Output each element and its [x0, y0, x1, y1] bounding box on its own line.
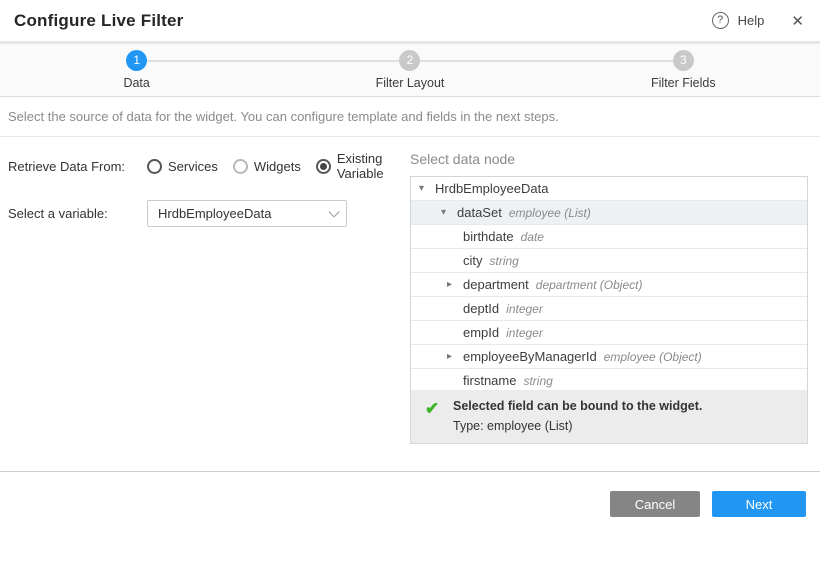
- source-radio-group: Services Widgets Existing Variable: [147, 151, 410, 181]
- data-node-title: Select data node: [410, 151, 808, 167]
- variable-row: Select a variable: HrdbEmployeeData: [8, 200, 410, 227]
- tree-node-type: integer: [506, 302, 543, 316]
- step-label: Data: [123, 76, 149, 90]
- expand-arrow-icon[interactable]: ▸: [447, 279, 463, 290]
- tree-node-type: integer: [506, 326, 543, 340]
- cancel-button[interactable]: Cancel: [610, 491, 700, 517]
- tree-node-deptId[interactable]: deptId integer: [411, 297, 807, 321]
- retrieve-data-row: Retrieve Data From: Services Widgets Exist…: [8, 151, 410, 181]
- variable-label: Select a variable:: [8, 206, 147, 221]
- collapse-arrow-icon[interactable]: ▾: [441, 207, 457, 218]
- step-label: Filter Fields: [651, 76, 716, 90]
- help-icon[interactable]: ?: [712, 12, 729, 29]
- radio-button-icon: [147, 159, 162, 174]
- tree-node-type: employee (List): [509, 206, 591, 220]
- tree-node-employeeByManagerId[interactable]: ▸employeeByManagerId employee (Object): [411, 345, 807, 369]
- tree-node-dataSet[interactable]: ▾dataSet employee (List): [411, 201, 807, 225]
- tree-node-HrdbEmployeeData[interactable]: ▾HrdbEmployeeData: [411, 177, 807, 201]
- radio-option-services[interactable]: Services: [147, 159, 218, 174]
- stepper-step-filter-fields[interactable]: 3 Filter Fields: [547, 50, 820, 96]
- stepper-steps: 1 Data 2 Filter Layout 3 Filter Fields: [0, 50, 820, 96]
- tree-node-type: department (Object): [536, 278, 643, 292]
- radio-option-label: Services: [168, 159, 218, 174]
- retrieve-data-label: Retrieve Data From:: [8, 159, 147, 174]
- binding-status-text: Selected field can be bound to the widge…: [453, 399, 702, 433]
- variable-select-value: HrdbEmployeeData: [158, 206, 328, 221]
- binding-status-box: ✔ Selected field can be bound to the wid…: [411, 390, 807, 443]
- collapse-arrow-icon[interactable]: ▾: [419, 183, 435, 194]
- wizard-stepper: 1 Data 2 Filter Layout 3 Filter Fields: [0, 44, 820, 97]
- close-icon[interactable]: ✕: [791, 12, 804, 30]
- step-number-badge: 1: [126, 50, 147, 71]
- step-description: Select the source of data for the widget…: [0, 97, 820, 137]
- tree-node-department[interactable]: ▸department department (Object): [411, 273, 807, 297]
- tree-node-name: employeeByManagerId: [463, 349, 597, 364]
- header-actions: ? Help ✕: [712, 12, 804, 30]
- configure-live-filter-dialog: Configure Live Filter ? Help ✕ 1 Data 2 Fil…: [0, 0, 820, 572]
- radio-option-label: Existing Variable: [337, 151, 410, 181]
- step-number-badge: 3: [673, 50, 694, 71]
- data-node-panel: Select data node ▾HrdbEmployeeData▾dataS…: [410, 151, 808, 459]
- main-content: Retrieve Data From: Services Widgets Exist…: [0, 137, 820, 459]
- step-number-badge: 2: [399, 50, 420, 71]
- radio-button-icon: [233, 159, 248, 174]
- tree-node-name: HrdbEmployeeData: [435, 181, 548, 196]
- tree-node-type: string: [490, 254, 519, 268]
- help-link[interactable]: Help: [738, 13, 765, 28]
- tree-node-name: city: [463, 253, 483, 268]
- step-label: Filter Layout: [376, 76, 445, 90]
- tree-node-name: deptId: [463, 301, 499, 316]
- radio-button-icon: [316, 159, 331, 174]
- tree-node-firstname[interactable]: firstname string: [411, 369, 807, 390]
- tree-node-name: empId: [463, 325, 499, 340]
- tree-node-type: string: [523, 374, 552, 388]
- footer-actions: Cancel Next: [0, 472, 820, 517]
- next-button[interactable]: Next: [712, 491, 806, 517]
- data-node-tree: ▾HrdbEmployeeData▾dataSetemployee (List)…: [411, 177, 807, 390]
- tree-node-type: date: [521, 230, 544, 244]
- tree-node-birthdate[interactable]: birthdate date: [411, 225, 807, 249]
- radio-option-widgets[interactable]: Widgets: [233, 159, 301, 174]
- stepper-step-data[interactable]: 1 Data: [0, 50, 273, 96]
- tree-node-name: department: [463, 277, 529, 292]
- data-node-tree-box: ▾HrdbEmployeeData▾dataSetemployee (List)…: [410, 176, 808, 444]
- expand-arrow-icon[interactable]: ▸: [447, 351, 463, 362]
- radio-option-label: Widgets: [254, 159, 301, 174]
- binding-status-line2: Type: employee (List): [453, 419, 702, 433]
- binding-status-line1: Selected field can be bound to the widge…: [453, 399, 702, 413]
- tree-node-city[interactable]: city string: [411, 249, 807, 273]
- tree-node-name: dataSet: [457, 205, 502, 220]
- chevron-down-icon: [328, 206, 339, 217]
- dialog-header: Configure Live Filter ? Help ✕: [0, 0, 820, 44]
- tree-node-type: employee (Object): [604, 350, 702, 364]
- tree-node-empId[interactable]: empId integer: [411, 321, 807, 345]
- variable-select[interactable]: HrdbEmployeeData: [147, 200, 347, 227]
- radio-option-existing-variable[interactable]: Existing Variable: [316, 151, 410, 181]
- tree-node-name: birthdate: [463, 229, 514, 244]
- source-form: Retrieve Data From: Services Widgets Exist…: [8, 151, 410, 459]
- stepper-step-filter-layout[interactable]: 2 Filter Layout: [273, 50, 546, 96]
- tree-node-name: firstname: [463, 373, 516, 388]
- success-check-icon: ✔: [425, 399, 453, 433]
- page-title: Configure Live Filter: [14, 11, 184, 31]
